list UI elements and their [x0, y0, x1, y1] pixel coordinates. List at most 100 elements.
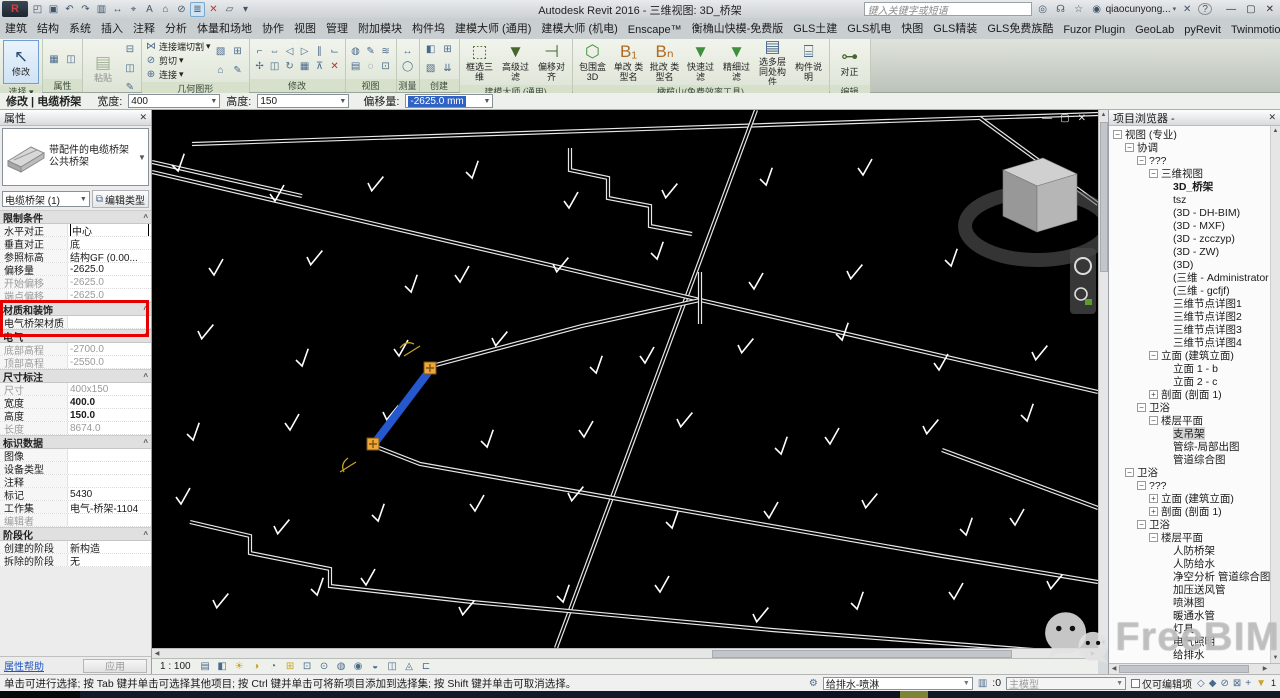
tree-item-label[interactable]: 三维节点详图4 — [1173, 336, 1242, 349]
tree-item-label[interactable]: 视图 (专业) — [1125, 128, 1177, 141]
tab-22[interactable]: GeoLab — [1130, 21, 1179, 39]
tree-item-label[interactable]: 楼层平面 — [1161, 531, 1203, 544]
create-parts-icon[interactable]: ⇊ — [440, 60, 456, 78]
viewport-horizontal-scrollbar[interactable]: ◀ ▶ — [152, 648, 1098, 658]
copy-icon[interactable]: ◫ — [122, 59, 138, 77]
bounding-box-3d-button[interactable]: ⬡包围盒3D — [576, 40, 610, 84]
tree-item[interactable]: (3D - MXF) — [1109, 219, 1280, 232]
property-value[interactable] — [68, 475, 151, 487]
tree-item[interactable]: 三维节点详图3 — [1109, 323, 1280, 336]
switch-windows-icon[interactable]: ▱ — [222, 2, 237, 17]
property-group-1[interactable]: 材质和装饰^ — [0, 302, 151, 316]
communication-center-icon[interactable]: ☊ — [1054, 4, 1068, 15]
tab-13[interactable]: 建模大师 (机电) — [536, 18, 622, 39]
collapse-icon[interactable]: − — [1149, 169, 1158, 178]
tab-14[interactable]: Enscape™ — [623, 21, 687, 39]
select-pinned-icon[interactable]: ⊠ — [1233, 678, 1241, 689]
expand-icon[interactable]: + — [1149, 507, 1158, 516]
sign-in-button[interactable]: ◉ qiaocunyong... ▾ — [1090, 4, 1177, 15]
tree-item-label[interactable]: 协调 — [1137, 141, 1158, 154]
tree-item[interactable]: 三维节点详图1 — [1109, 297, 1280, 310]
filter-icon[interactable]: ▼ — [1256, 678, 1266, 689]
application-menu-button[interactable]: R — [2, 1, 28, 17]
background-process-icon[interactable]: ◇ — [1197, 678, 1205, 689]
property-row[interactable]: 电气桥架材质 — [0, 316, 151, 329]
tab-0[interactable]: 建筑 — [0, 18, 32, 39]
align-icon[interactable]: ⌐ — [253, 45, 267, 59]
restore-icon[interactable]: ▢ — [1246, 4, 1255, 15]
properties-palette-icon[interactable]: ◫ — [63, 50, 79, 68]
element-filter-combo[interactable]: 电缆桥架 (1)▼ — [2, 191, 90, 207]
tree-item-label[interactable]: 三维视图 — [1161, 167, 1203, 180]
drawing-area[interactable]: — ▢ ✕ — [152, 110, 1098, 648]
tab-17[interactable]: GLS机电 — [842, 18, 896, 39]
justify-button[interactable]: ⊶ 对正 — [833, 40, 867, 84]
create-group-icon[interactable]: ◧ — [423, 41, 439, 59]
property-row[interactable]: 水平对正中心 — [0, 224, 151, 237]
temporary-hide-icon[interactable]: ◍ — [335, 661, 348, 672]
tree-item-label[interactable]: (3D) — [1173, 259, 1193, 271]
text-icon[interactable]: A — [142, 2, 157, 17]
select-multi-level-button[interactable]: ▤选多层 同处构件 — [756, 40, 790, 84]
exchange-apps-icon[interactable]: ✕ — [1180, 4, 1194, 15]
collapse-icon[interactable]: − — [1137, 481, 1146, 490]
default-3d-view-icon[interactable]: ⌂ — [158, 2, 173, 17]
fine-filter-button[interactable]: ▼精细过滤 — [720, 40, 754, 84]
split-icon[interactable]: ∥ — [313, 45, 327, 59]
collapse-icon[interactable]: − — [1125, 143, 1134, 152]
tree-item[interactable]: +剖面 (剖面 1) — [1109, 388, 1280, 401]
scroll-left-icon[interactable]: ◀ — [1109, 664, 1119, 674]
property-row[interactable]: 宽度400.0 — [0, 396, 151, 409]
scrollbar-thumb[interactable] — [1119, 665, 1249, 673]
create-assembly-icon[interactable]: ▧ — [423, 60, 439, 78]
property-value[interactable] — [68, 449, 151, 461]
tree-item[interactable]: −楼层平面 — [1109, 414, 1280, 427]
advanced-filter-button[interactable]: ▼高级过滤 — [499, 40, 533, 84]
print-icon[interactable]: ▥ — [94, 2, 109, 17]
tree-item[interactable]: 人防给水 — [1109, 557, 1280, 570]
height-combo[interactable]: 150▼ — [257, 94, 349, 108]
delete-icon[interactable]: ✕ — [328, 60, 342, 74]
temporary-view-icon[interactable]: ◫ — [386, 661, 399, 672]
property-value[interactable]: -2700.0 — [68, 343, 151, 355]
mirror-pick-icon[interactable]: ▷ — [298, 45, 312, 59]
offset-align-button[interactable]: ⊣偏移对齐 — [535, 40, 569, 84]
tree-item[interactable]: −卫浴 — [1109, 401, 1280, 414]
property-value[interactable]: -2625.0 — [68, 263, 151, 275]
element-notes-button[interactable]: ⌸构件说明 — [792, 40, 826, 84]
rotate-icon[interactable]: ↻ — [283, 60, 297, 74]
property-row[interactable]: 设备类型 — [0, 462, 151, 475]
close-icon[interactable]: ✕ — [1268, 112, 1276, 123]
property-row[interactable]: 端点偏移-2625.0 — [0, 289, 151, 302]
tab-10[interactable]: 附加模块 — [353, 18, 407, 39]
tab-21[interactable]: Fuzor Plugin — [1058, 21, 1130, 39]
tree-item-label[interactable]: ??? — [1149, 480, 1167, 492]
move-icon[interactable]: ✢ — [253, 60, 267, 74]
tab-9[interactable]: 管理 — [321, 18, 353, 39]
tree-item-label[interactable]: 3D_桥架 — [1173, 180, 1213, 193]
tree-item[interactable]: 3D_桥架 — [1109, 180, 1280, 193]
tree-item[interactable]: −视图 (专业) — [1109, 128, 1280, 141]
workset-combo[interactable]: 给排水-喷淋▼ — [823, 677, 973, 690]
search-go-icon[interactable]: ◎ — [1036, 4, 1050, 15]
tree-item[interactable]: (3D - zcczyp) — [1109, 232, 1280, 245]
tab-5[interactable]: 分析 — [160, 18, 192, 39]
collapse-icon[interactable]: − — [1125, 468, 1134, 477]
save-icon[interactable]: ▣ — [46, 2, 61, 17]
property-row[interactable]: 参照标高结构GF (0.00... — [0, 250, 151, 263]
tree-item[interactable]: 管道综合图 — [1109, 453, 1280, 466]
property-value[interactable]: 400.0 — [68, 396, 151, 408]
tab-3[interactable]: 插入 — [96, 18, 128, 39]
tree-item-label[interactable]: 卫浴 — [1137, 466, 1158, 479]
property-group-4[interactable]: 标识数据^ — [0, 435, 151, 449]
select-underlay-icon[interactable]: ⊘ — [1220, 678, 1228, 689]
tree-item[interactable]: 灯具 — [1109, 622, 1280, 635]
customize-qat-icon[interactable]: ▾ — [238, 2, 253, 17]
tab-2[interactable]: 系统 — [64, 18, 96, 39]
tab-23[interactable]: pyRevit — [1179, 21, 1226, 39]
tree-item-label[interactable]: 人防给水 — [1173, 557, 1215, 570]
editing-requests-icon[interactable]: ▥ — [978, 678, 987, 689]
tree-item-label[interactable]: tsz — [1173, 194, 1186, 206]
close-icon[interactable]: ✕ — [139, 112, 147, 123]
tab-6[interactable]: 体量和场地 — [192, 18, 257, 39]
